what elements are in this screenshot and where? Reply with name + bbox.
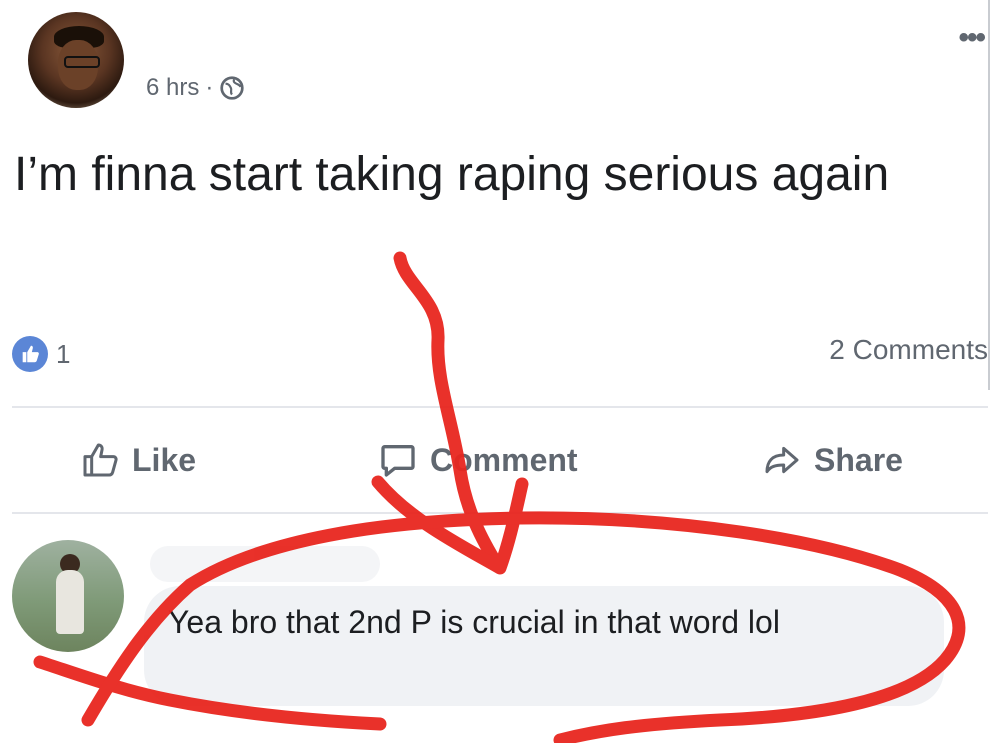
action-bar: Like Comment Share — [0, 430, 1000, 494]
divider — [12, 406, 988, 408]
share-icon — [765, 446, 799, 474]
previous-comment-bubble — [150, 546, 380, 582]
like-button[interactable]: Like — [80, 440, 196, 480]
comment-text: Yea bro that 2nd P is crucial in that wo… — [168, 604, 780, 640]
thumbs-up-icon — [83, 443, 118, 477]
globe-icon — [220, 76, 245, 100]
commenter-avatar[interactable] — [12, 540, 124, 652]
divider — [12, 512, 988, 514]
more-options-icon[interactable]: ••• — [958, 23, 985, 53]
comments-count-link[interactable]: 2 Comments — [829, 334, 988, 366]
reaction-summary[interactable]: 1 — [12, 336, 70, 372]
post-timestamp[interactable]: 6 hrs — [146, 74, 199, 102]
like-label: Like — [132, 441, 197, 478]
viewport-edge — [988, 0, 1000, 390]
meta-separator: · — [205, 74, 214, 101]
post-text: I’m finna start taking raping serious ag… — [14, 148, 890, 201]
reaction-count: 1 — [56, 338, 71, 369]
comment-icon — [381, 445, 415, 477]
share-button[interactable]: Share — [762, 440, 903, 480]
poster-avatar[interactable] — [28, 12, 124, 108]
comment-label: Comment — [430, 441, 578, 478]
share-label: Share — [814, 441, 903, 478]
post-meta: 6 hrs · — [146, 74, 245, 102]
like-reaction-icon — [12, 336, 48, 372]
comment-button[interactable]: Comment — [378, 440, 578, 480]
